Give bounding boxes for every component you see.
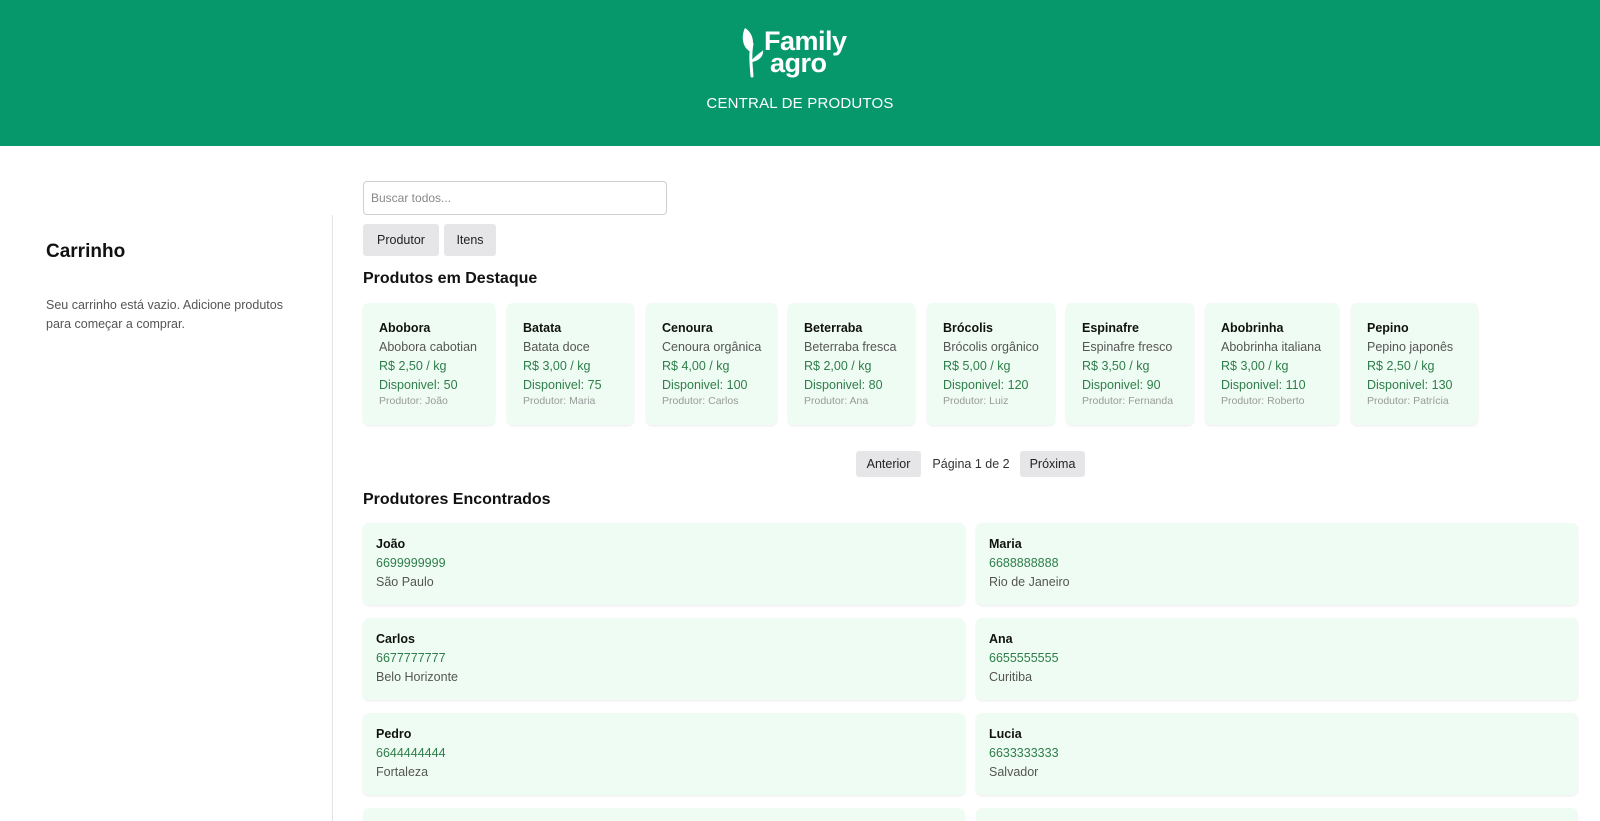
product-card[interactable]: Abobrinha Abobrinha italiana R$ 3,00 / k… [1205, 303, 1339, 425]
product-price: R$ 3,00 / kg [523, 359, 591, 373]
product-producer: Produtor: Ana [804, 395, 869, 407]
product-description: Pepino japonês [1367, 340, 1454, 354]
product-description: Abobrinha italiana [1221, 340, 1322, 354]
product-card[interactable]: Espinafre Espinafre fresco R$ 3,50 / kg … [1066, 303, 1194, 425]
product-name: Abobrinha [1221, 321, 1284, 335]
pagination-prev-button[interactable]: Anterior [856, 451, 921, 477]
product-name: Beterraba [804, 321, 863, 335]
product-description: Beterraba fresca [804, 340, 897, 354]
producer-phone: 6699999999 [376, 556, 446, 570]
search-input[interactable] [363, 181, 667, 215]
producer-phone: 6633333333 [989, 746, 1059, 760]
product-price: R$ 2,00 / kg [804, 359, 872, 373]
producer-name: Ana [989, 632, 1013, 646]
producer-city: Belo Horizonte [376, 670, 458, 684]
product-card[interactable]: Cenoura Cenoura orgânica R$ 4,00 / kg Di… [646, 303, 777, 425]
product-stock: Disponivel: 90 [1082, 378, 1161, 392]
product-stock: Disponivel: 100 [662, 378, 748, 392]
product-name: Espinafre [1082, 321, 1139, 335]
producer-phone: 6644444444 [376, 746, 446, 760]
producer-name: Pedro [376, 727, 412, 741]
product-producer: Produtor: Fernanda [1082, 395, 1174, 407]
product-card[interactable]: Abobora Abobora cabotian R$ 2,50 / kg Di… [363, 303, 495, 425]
product-producer: Produtor: João [379, 395, 448, 407]
producer-city: Fortaleza [376, 765, 429, 779]
product-name: Cenoura [662, 321, 713, 335]
producer-name: Carlos [376, 632, 415, 646]
filter-itens-button[interactable]: Itens [444, 224, 496, 256]
producer-city: Salvador [989, 765, 1039, 779]
product-card[interactable]: Brócolis Brócolis orgânico R$ 5,00 / kg … [927, 303, 1055, 425]
product-producer: Produtor: Carlos [662, 395, 739, 407]
producer-phone: 6655555555 [989, 651, 1059, 665]
product-stock: Disponivel: 120 [943, 378, 1029, 392]
producers-title: Produtores Encontrados [363, 491, 551, 508]
producer-card[interactable] [976, 808, 1578, 821]
producer-name: João [376, 537, 406, 551]
product-producer: Produtor: Luiz [943, 395, 1009, 407]
product-name: Batata [523, 321, 562, 335]
cart-title: Carrinho [46, 241, 126, 262]
product-price: R$ 2,50 / kg [1367, 359, 1435, 373]
product-price: R$ 4,00 / kg [662, 359, 730, 373]
product-name: Brócolis [943, 321, 994, 335]
producer-card[interactable]: Pedro 6644444444 Fortaleza [363, 713, 965, 795]
product-stock: Disponivel: 50 [379, 378, 458, 392]
producer-card[interactable]: Carlos 6677777777 Belo Horizonte [363, 618, 965, 700]
producer-city: São Paulo [376, 575, 434, 589]
sidebar-divider [332, 215, 333, 821]
producer-name: Lucia [989, 727, 1022, 741]
header-banner: Family agro CENTRAL DE PRODUTOS [0, 0, 1600, 146]
product-description: Abobora cabotian [379, 340, 477, 354]
product-producer: Produtor: Roberto [1221, 395, 1305, 407]
producer-card[interactable]: Ana 6655555555 Curitiba [976, 618, 1578, 700]
pagination-next-button[interactable]: Próxima [1020, 451, 1085, 477]
producer-phone: 6688888888 [989, 556, 1059, 570]
product-description: Batata doce [523, 340, 590, 354]
product-price: R$ 3,50 / kg [1082, 359, 1150, 373]
product-price: R$ 3,00 / kg [1221, 359, 1289, 373]
featured-products-title: Produtos em Destaque [363, 270, 538, 287]
product-stock: Disponivel: 80 [804, 378, 883, 392]
producer-name: Maria [989, 537, 1022, 551]
producer-city: Rio de Janeiro [989, 575, 1070, 589]
leaf-icon [742, 28, 764, 78]
logo-wordmark: Family agro [764, 28, 847, 77]
producer-card[interactable]: Lucia 6633333333 Salvador [976, 713, 1578, 795]
product-card[interactable]: Beterraba Beterraba fresca R$ 2,00 / kg … [788, 303, 915, 425]
producer-card[interactable]: João 6699999999 São Paulo [363, 523, 965, 605]
product-description: Espinafre fresco [1082, 340, 1173, 354]
product-stock: Disponivel: 75 [523, 378, 602, 392]
product-price: R$ 5,00 / kg [943, 359, 1011, 373]
producer-card[interactable]: Maria 6688888888 Rio de Janeiro [976, 523, 1578, 605]
product-producer: Produtor: Maria [523, 395, 596, 407]
pagination-info: Página 1 de 2 [932, 457, 1010, 471]
family-agro-logo[interactable]: Family agro [740, 22, 870, 84]
product-name: Abobora [379, 321, 431, 335]
product-description: Brócolis orgânico [943, 340, 1039, 354]
product-producer: Produtor: Patrícia [1367, 395, 1449, 407]
header-subtitle: CENTRAL DE PRODUTOS [706, 95, 894, 112]
product-card[interactable]: Pepino Pepino japonês R$ 2,50 / kg Dispo… [1351, 303, 1478, 425]
product-card[interactable]: Batata Batata doce R$ 3,00 / kg Disponiv… [507, 303, 634, 425]
producer-card[interactable] [363, 808, 965, 821]
producer-phone: 6677777777 [376, 651, 446, 665]
producer-city: Curitiba [989, 670, 1033, 684]
product-stock: Disponivel: 130 [1367, 378, 1453, 392]
product-stock: Disponivel: 110 [1221, 378, 1306, 392]
product-name: Pepino [1367, 321, 1409, 335]
product-description: Cenoura orgânica [662, 340, 762, 354]
product-price: R$ 2,50 / kg [379, 359, 447, 373]
filter-produtor-button[interactable]: Produtor [363, 224, 439, 256]
cart-empty-message: Seu carrinho está vazio. Adicione produt… [46, 298, 283, 331]
